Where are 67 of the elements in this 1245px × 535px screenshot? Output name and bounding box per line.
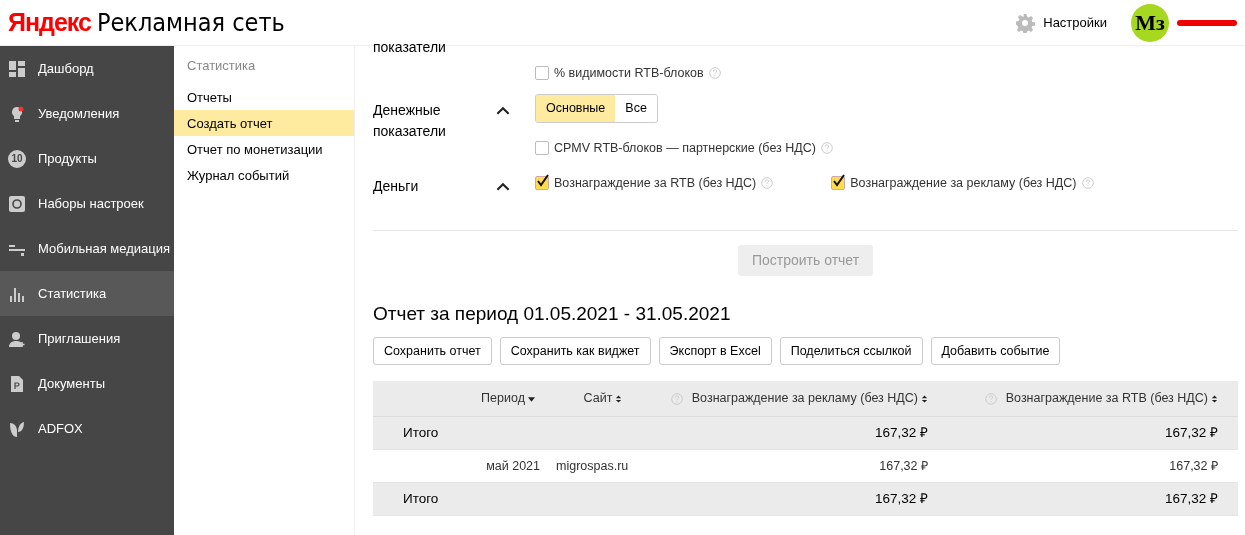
group-title: Денежные показатели	[373, 101, 447, 141]
subnav-item[interactable]: Отчеты	[174, 83, 354, 110]
sidebar-item[interactable]: Уведомления	[0, 91, 174, 136]
section-title: Статистика	[186, 57, 257, 75]
logo-product: Рекламная сеть	[96, 6, 285, 39]
leaf-icon	[8, 419, 26, 438]
help-icon[interactable]	[1081, 177, 1094, 190]
group-title: Деньги	[373, 177, 420, 196]
action-button[interactable]: Поделиться ссылкой	[779, 336, 923, 366]
sidebar-item[interactable]: Дашборд	[0, 46, 174, 91]
help-icon[interactable]	[761, 177, 774, 190]
checkbox-label: % видимости RTB-блоков	[554, 65, 704, 82]
table-cell-text: 167,32 ₽	[1169, 457, 1218, 475]
table-cell-text: 167,32 ₽	[1164, 490, 1218, 509]
gear-icon	[8, 194, 26, 213]
checkbox[interactable]	[535, 141, 549, 156]
checkbox[interactable]	[535, 176, 549, 191]
subnav-item[interactable]: Журнал событий	[174, 161, 354, 188]
table-cell-text: migrospas.ru	[556, 457, 629, 475]
count-badge: 10	[8, 149, 26, 168]
table-cell-text: Итого	[403, 490, 439, 509]
user-avatar[interactable]: Mз	[1131, 3, 1169, 42]
column-header[interactable]: Период	[481, 389, 525, 409]
checkbox-label: Вознаграждение за рекламу (без НДС)	[850, 175, 1077, 192]
action-button[interactable]: Сохранить как виджет	[499, 336, 651, 366]
settings-icon[interactable]	[1015, 12, 1036, 33]
column-header[interactable]: Сайт	[583, 389, 613, 409]
action-button[interactable]: Экспорт в Excel	[658, 336, 772, 366]
sort-icon[interactable]	[921, 393, 928, 404]
column-header[interactable]: Вознаграждение за RTB (без НДС)	[1005, 389, 1208, 409]
table-cell-text: 167,32 ₽	[879, 457, 928, 475]
subnav-item[interactable]: Создать отчет	[174, 109, 354, 136]
checkbox-label: Вознаграждение за RTB (без НДС)	[554, 175, 757, 192]
help-icon[interactable]	[820, 142, 833, 155]
sidebar-item[interactable]: 10 Продукты	[0, 136, 174, 181]
table-cell-text: май 2021	[486, 457, 540, 475]
table-cell-text: 167,32 ₽	[874, 424, 928, 443]
subnav-item[interactable]: Отчет по монетизации	[174, 135, 354, 162]
group-title: показатели	[373, 42, 447, 57]
person-add-icon	[8, 329, 26, 348]
checkbox[interactable]	[831, 176, 846, 191]
segment-button[interactable]: Основные	[536, 95, 616, 122]
table-cell-text: 167,32 ₽	[874, 490, 928, 509]
table-cell-text: Итого	[403, 424, 439, 443]
help-icon[interactable]	[670, 392, 683, 405]
dashboard-icon	[8, 59, 26, 78]
report-title: Отчет за период 01.05.2021 - 31.05.2021	[373, 302, 732, 326]
sidebar-item[interactable]: Статистика	[0, 271, 174, 316]
help-icon[interactable]	[708, 67, 721, 80]
checkbox[interactable]	[535, 66, 549, 81]
help-icon[interactable]	[984, 392, 997, 405]
sort-icon[interactable]	[1211, 393, 1218, 404]
sidebar-item[interactable]: Приглашения	[0, 316, 174, 361]
sidebar-item[interactable]: ADFOX	[0, 406, 174, 451]
sort-icon[interactable]	[615, 393, 623, 404]
column-header[interactable]: Вознаграждение за рекламу (без НДС)	[691, 389, 918, 409]
checkbox-label: CPMV RTB-блоков — партнерские (без НДС)	[554, 139, 816, 157]
redaction-mark	[1177, 19, 1237, 26]
document-icon	[8, 374, 26, 393]
sidebar-item[interactable]: Мобильная медиация	[0, 226, 174, 271]
table-cell-text: 167,32 ₽	[1164, 424, 1218, 443]
sidebar-item[interactable]: Документы	[0, 361, 174, 406]
action-button[interactable]: Сохранить отчет	[373, 336, 492, 366]
logo-brand[interactable]: Яндекс	[8, 3, 91, 42]
settings-link[interactable]: Настройки	[1043, 12, 1107, 33]
action-button[interactable]: Добавить событие	[930, 336, 1061, 366]
sidebar-item[interactable]: Наборы настроек	[0, 181, 174, 226]
